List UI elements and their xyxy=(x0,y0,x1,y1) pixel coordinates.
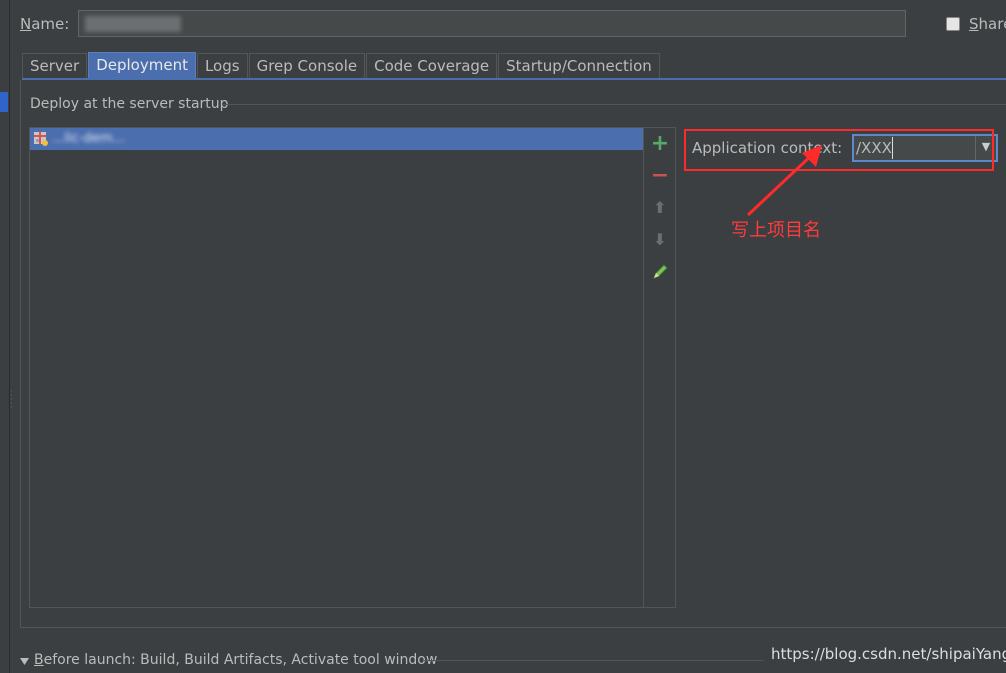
name-label: Name: xyxy=(20,15,69,33)
annotation-highlight-box xyxy=(684,129,994,171)
share-label[interactable]: Share xyxy=(969,15,1006,33)
annotation-text: 写上项目名 xyxy=(731,220,821,241)
name-field-blurred-value xyxy=(85,16,181,32)
tab-server[interactable]: Server xyxy=(22,53,88,78)
edit-pencil-icon[interactable] xyxy=(650,262,670,282)
before-launch-label[interactable]: Before launch: Build, Build Artifacts, A… xyxy=(34,652,437,668)
add-icon[interactable]: + xyxy=(650,133,670,155)
share-label-mnemonic: S xyxy=(969,15,979,33)
share-label-rest: hare xyxy=(978,15,1006,33)
artifact-label-blurred: ...lic-dem... xyxy=(52,131,125,146)
splitter-grip-icon[interactable]: · · · · · xyxy=(10,388,14,414)
expand-triangle-icon[interactable] xyxy=(20,657,29,666)
share-checkbox[interactable] xyxy=(946,17,960,31)
tab-grep-console[interactable]: Grep Console xyxy=(248,53,366,78)
tab-deployment[interactable]: Deployment xyxy=(88,52,196,78)
artifact-list[interactable] xyxy=(29,127,644,608)
gutter-selection-marker xyxy=(0,92,8,112)
artifact-icon xyxy=(34,132,48,146)
section-separator xyxy=(222,104,1006,105)
tab-startup-connection[interactable]: Startup/Connection xyxy=(498,53,660,78)
name-label-rest: ame: xyxy=(31,15,70,33)
before-launch-rest: efore launch: Build, Build Artifacts, Ac… xyxy=(43,652,438,668)
name-label-mnemonic: N xyxy=(20,15,32,33)
name-field[interactable] xyxy=(78,10,906,37)
config-tabs: Server Deployment Logs Grep Console Code… xyxy=(22,52,661,79)
move-down-icon[interactable]: ⬇ xyxy=(650,230,670,250)
tab-logs[interactable]: Logs xyxy=(196,53,248,78)
before-launch-mnemonic: B xyxy=(34,652,44,668)
move-up-icon[interactable]: ⬆ xyxy=(650,198,670,218)
tab-code-coverage[interactable]: Code Coverage xyxy=(366,53,498,78)
section-title: Deploy at the server startup xyxy=(30,96,229,112)
annotation-arrow-icon xyxy=(746,145,822,217)
watermark-text: https://blog.csdn.net/shipaiYang xyxy=(771,645,1006,663)
remove-icon[interactable]: − xyxy=(650,165,670,187)
before-launch-separator xyxy=(424,660,764,661)
